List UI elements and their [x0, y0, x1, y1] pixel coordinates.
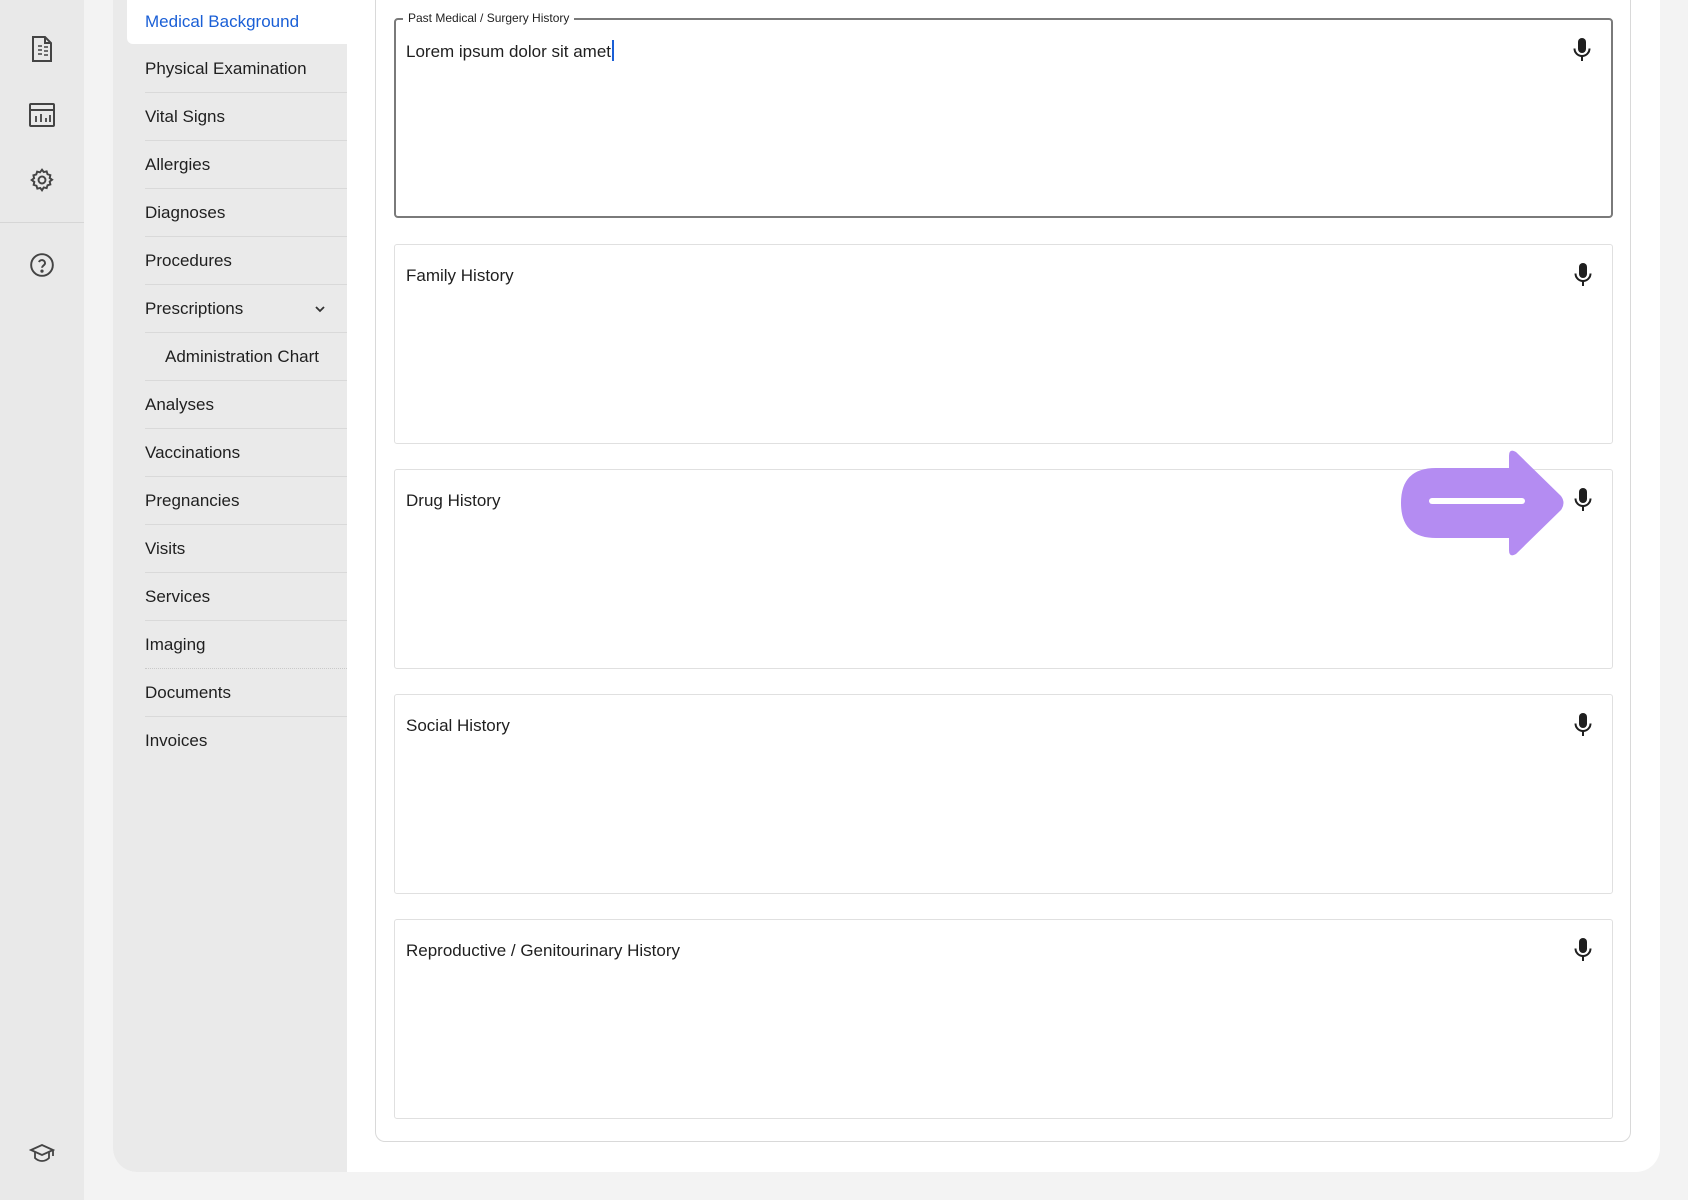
field-placeholder: Family History: [406, 266, 514, 285]
subnav-item-analyses[interactable]: Analyses: [145, 381, 347, 429]
main-card: Medical Background Physical Examination …: [113, 0, 1660, 1172]
subnav-item-label: Prescriptions: [145, 298, 244, 318]
invoice-document-icon[interactable]: [22, 29, 62, 69]
subnav-item-physical-examination[interactable]: Physical Examination: [145, 45, 347, 93]
field-value[interactable]: Lorem ipsum dolor sit amet: [406, 40, 615, 62]
subnav-item-label: Administration Chart: [165, 346, 320, 366]
social-history-field[interactable]: Social History: [394, 694, 1613, 894]
subnav-item-label: Pregnancies: [145, 490, 240, 510]
reports-chart-icon[interactable]: [22, 95, 62, 135]
subnav-item-label: Visits: [145, 538, 186, 558]
graduation-cap-icon[interactable]: [22, 1133, 62, 1173]
microphone-icon[interactable]: [1568, 710, 1598, 740]
subnav-item-diagnoses[interactable]: Diagnoses: [145, 189, 347, 237]
subnav-item-label: Imaging: [145, 634, 206, 654]
text-caret: [612, 40, 615, 61]
subnav-item-allergies[interactable]: Allergies: [145, 141, 347, 189]
pointer-arrow-annotation: [1401, 448, 1567, 563]
section-subnav: Medical Background Physical Examination …: [113, 0, 347, 1172]
subnav-item-label: Analyses: [145, 394, 214, 414]
subnav-item-label: Vital Signs: [145, 106, 226, 126]
subnav-item-vaccinations[interactable]: Vaccinations: [145, 429, 347, 477]
subnav-item-pregnancies[interactable]: Pregnancies: [145, 477, 347, 525]
subnav-item-label: Invoices: [145, 731, 208, 750]
past-medical-history-field[interactable]: Past Medical / Surgery History Lorem ips…: [394, 11, 1613, 218]
field-placeholder: Reproductive / Genitourinary History: [406, 941, 681, 960]
subnav-item-procedures[interactable]: Procedures: [145, 237, 347, 285]
subnav-item-label: Documents: [145, 682, 231, 702]
subnav-item-visits[interactable]: Visits: [145, 525, 347, 573]
subnav-item-invoices[interactable]: Invoices: [145, 717, 347, 765]
microphone-icon[interactable]: [1568, 485, 1598, 515]
subnav-item-label: Diagnoses: [145, 202, 226, 222]
field-floating-label: Past Medical / Surgery History: [403, 11, 575, 25]
subnav-item-medical-background[interactable]: Medical Background: [127, 0, 347, 44]
subnav-item-label: Allergies: [145, 154, 211, 174]
microphone-icon[interactable]: [1568, 935, 1598, 965]
subnav-item-prescriptions[interactable]: Prescriptions: [145, 285, 347, 333]
rail-divider: [0, 222, 84, 223]
subnav-item-label: Medical Background: [145, 12, 300, 31]
subnav-item-label: Physical Examination: [145, 58, 307, 78]
subnav-item-label: Vaccinations: [145, 442, 241, 462]
subnav-item-label: Services: [145, 586, 211, 606]
microphone-icon[interactable]: [1568, 260, 1598, 290]
medical-background-form: Past Medical / Surgery History Lorem ips…: [375, 0, 1631, 1142]
family-history-field[interactable]: Family History: [394, 244, 1613, 444]
field-placeholder: Drug History: [406, 491, 501, 510]
help-circle-icon[interactable]: [22, 245, 62, 285]
subnav-item-services[interactable]: Services: [145, 573, 347, 621]
field-placeholder: Social History: [406, 716, 510, 735]
microphone-icon[interactable]: [1567, 35, 1597, 65]
subnav-item-documents[interactable]: Documents: [145, 669, 347, 717]
settings-gear-icon[interactable]: [22, 160, 62, 200]
reproductive-genitourinary-history-field[interactable]: Reproductive / Genitourinary History: [394, 919, 1613, 1119]
subnav-item-imaging[interactable]: Imaging: [145, 621, 347, 669]
subnav-item-administration-chart[interactable]: Administration Chart: [145, 333, 347, 381]
subnav-item-vital-signs[interactable]: Vital Signs: [145, 93, 347, 141]
icon-rail: [0, 0, 84, 1200]
subnav-item-label: Procedures: [145, 250, 232, 270]
chevron-down-icon[interactable]: [313, 302, 327, 316]
